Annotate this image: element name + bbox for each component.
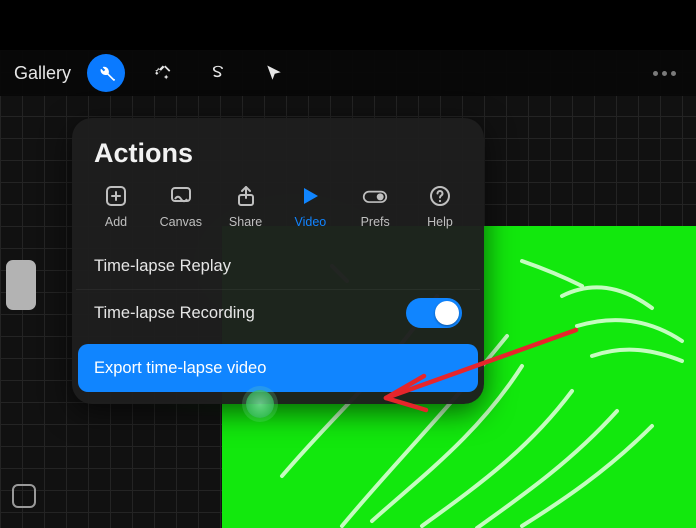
side-slider-handle[interactable] <box>6 260 36 310</box>
tab-canvas[interactable]: Canvas <box>153 183 209 229</box>
tab-video-label: Video <box>295 215 327 229</box>
wrench-icon <box>96 63 116 83</box>
recording-toggle-knob <box>435 301 459 325</box>
tab-prefs-label: Prefs <box>361 215 390 229</box>
row-export-timelapse[interactable]: Export time-lapse video <box>78 344 478 392</box>
cursor-arrow-icon <box>265 64 283 82</box>
tab-add[interactable]: Add <box>88 183 144 229</box>
canvas-icon <box>168 183 194 209</box>
tab-help[interactable]: Help <box>412 183 468 229</box>
tab-help-label: Help <box>427 215 453 229</box>
tab-canvas-label: Canvas <box>160 215 202 229</box>
recording-toggle[interactable] <box>406 298 462 328</box>
row-timelapse-replay-label: Time-lapse Replay <box>94 257 231 276</box>
tab-video[interactable]: Video <box>282 183 338 229</box>
top-toolbar: Gallery <box>0 50 696 96</box>
letterbox <box>0 0 696 50</box>
row-timelapse-recording[interactable]: Time-lapse Recording <box>72 290 484 336</box>
share-icon <box>233 183 259 209</box>
tab-share[interactable]: Share <box>218 183 274 229</box>
prefs-toggle-icon <box>362 183 388 209</box>
wrench-button[interactable] <box>87 54 125 92</box>
home-indicator-icon <box>12 484 36 508</box>
magic-wand-icon <box>152 63 172 83</box>
row-timelapse-recording-label: Time-lapse Recording <box>94 304 255 323</box>
row-timelapse-replay[interactable]: Time-lapse Replay <box>72 243 484 289</box>
add-icon <box>103 183 129 209</box>
transform-arrow-button[interactable] <box>255 54 293 92</box>
tab-add-label: Add <box>105 215 127 229</box>
actions-title: Actions <box>72 134 484 183</box>
help-icon <box>427 183 453 209</box>
selection-s-icon <box>208 63 228 83</box>
tab-share-label: Share <box>229 215 262 229</box>
actions-popover: Actions Add Canvas Share Video <box>72 118 484 404</box>
magic-wand-button[interactable] <box>143 54 181 92</box>
selection-button[interactable] <box>199 54 237 92</box>
actions-tabs: Add Canvas Share Video Prefs <box>72 183 484 243</box>
more-menu-button[interactable] <box>653 71 682 76</box>
tab-prefs[interactable]: Prefs <box>347 183 403 229</box>
row-export-timelapse-label: Export time-lapse video <box>94 359 266 378</box>
play-icon <box>297 183 323 209</box>
gallery-button[interactable]: Gallery <box>14 63 71 84</box>
